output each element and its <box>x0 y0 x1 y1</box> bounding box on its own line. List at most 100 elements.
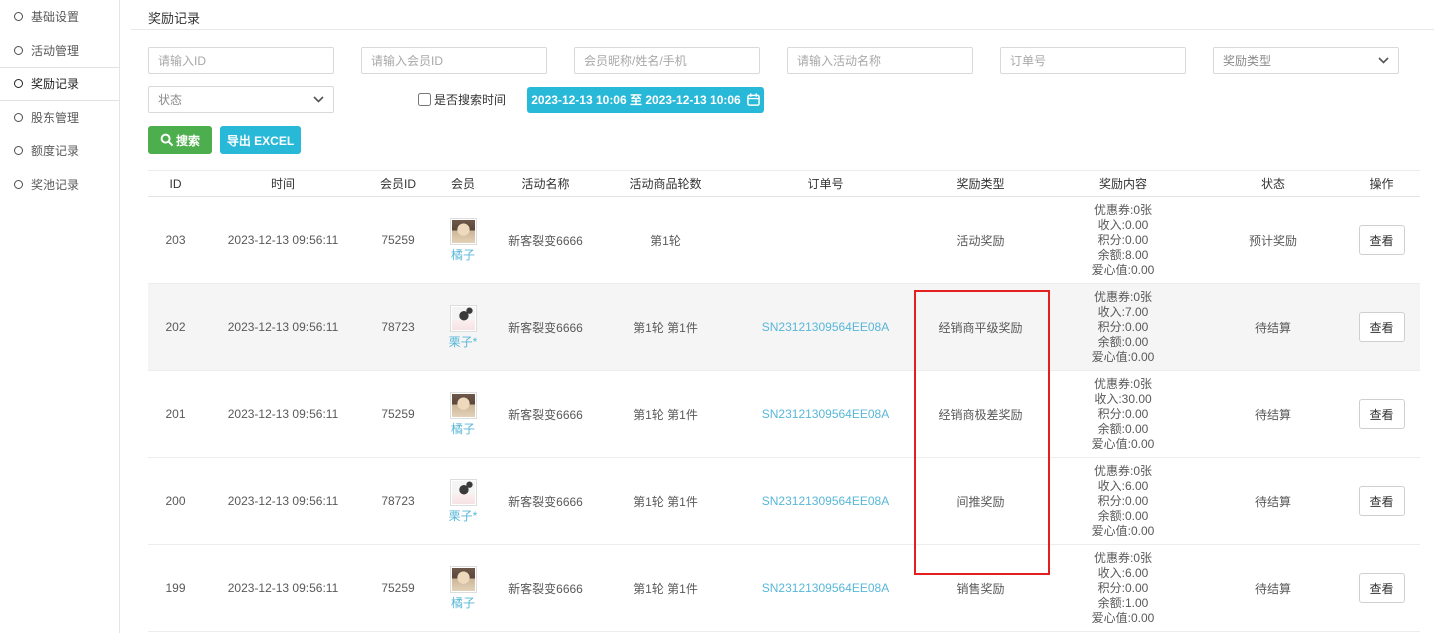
member-name-link[interactable]: 栗子* <box>433 333 493 350</box>
table-row: 202 2023-12-13 09:56:11 78723 栗子* 新客裂变66… <box>148 284 1420 371</box>
cell-action: 查看 <box>1343 371 1420 458</box>
member-avatar <box>450 392 477 419</box>
column-header: 时间 <box>203 171 363 197</box>
cell-reward-type: 间推奖励 <box>918 458 1043 545</box>
cell-status: 待结算 <box>1203 458 1343 545</box>
order-number-input[interactable] <box>1000 47 1186 74</box>
radio-circle-icon <box>14 46 23 55</box>
main-content: 奖励记录 奖励类型 状态 是否搜 <box>121 0 1434 633</box>
view-button[interactable]: 查看 <box>1359 312 1405 342</box>
column-header: 会员 <box>433 171 493 197</box>
status-select-value: 状态 <box>158 91 182 108</box>
date-range-text: 2023-12-13 10:06 至 2023-12-13 10:06 <box>531 91 741 108</box>
id-input[interactable] <box>148 47 334 74</box>
sidebar-item-basic-settings[interactable]: 基础设置 <box>0 0 119 34</box>
order-number-link[interactable]: SN23121309564EE08A <box>733 458 918 545</box>
member-name-link[interactable]: 栗子* <box>433 507 493 524</box>
reward-content-line: 余额:1.00 <box>1043 596 1203 611</box>
cell-status: 待结算 <box>1203 371 1343 458</box>
search-icon <box>160 133 174 147</box>
reward-content-line: 余额:0.00 <box>1043 335 1203 350</box>
reward-content-line: 优惠券:0张 <box>1043 551 1203 566</box>
column-header: 奖励内容 <box>1043 171 1203 197</box>
view-button[interactable]: 查看 <box>1359 399 1405 429</box>
reward-content-line: 余额:0.00 <box>1043 422 1203 437</box>
sidebar-item-prize-pool-records[interactable]: 奖池记录 <box>0 168 119 202</box>
reward-content-line: 爱心值:0.00 <box>1043 350 1203 365</box>
search-button[interactable]: 搜索 <box>148 126 212 154</box>
date-range-button[interactable]: 2023-12-13 10:06 至 2023-12-13 10:06 <box>527 87 764 113</box>
reward-content-line: 优惠券:0张 <box>1043 377 1203 392</box>
member-nickname-input[interactable] <box>574 47 760 74</box>
reward-content-line: 积分:0.00 <box>1043 233 1203 248</box>
column-header: 操作 <box>1343 171 1420 197</box>
cell-member-id: 78723 <box>363 458 433 545</box>
cell-action: 查看 <box>1343 458 1420 545</box>
sidebar-item-label: 基础设置 <box>31 8 79 25</box>
filter-bar: 奖励类型 状态 是否搜索时间 2023-12-13 10:06 至 2023-1… <box>148 47 1420 154</box>
cell-round: 第1轮 第1件 <box>598 458 733 545</box>
member-avatar <box>450 218 477 245</box>
cell-reward-type: 经销商平级奖励 <box>918 284 1043 371</box>
search-button-label: 搜索 <box>176 132 200 149</box>
reward-content-line: 积分:0.00 <box>1043 494 1203 509</box>
sidebar-item-reward-records[interactable]: 奖励记录 <box>0 67 119 101</box>
view-button[interactable]: 查看 <box>1359 225 1405 255</box>
reward-records-table: ID时间会员ID会员活动名称活动商品轮数订单号奖励类型奖励内容状态操作 203 … <box>148 170 1420 632</box>
chevron-down-icon <box>1378 57 1389 64</box>
view-button[interactable]: 查看 <box>1359 486 1405 516</box>
cell-member: 栗子* <box>433 284 493 371</box>
cell-member: 橘子 <box>433 545 493 632</box>
reward-type-select-value: 奖励类型 <box>1223 52 1271 69</box>
sidebar-item-activity-management[interactable]: 活动管理 <box>0 34 119 68</box>
search-time-checkbox[interactable] <box>418 93 431 106</box>
cell-time: 2023-12-13 09:56:11 <box>203 284 363 371</box>
sidebar-item-shareholder-management[interactable]: 股东管理 <box>0 101 119 135</box>
column-header: 活动名称 <box>493 171 598 197</box>
reward-content-line: 爱心值:0.00 <box>1043 524 1203 539</box>
reward-content-line: 爱心值:0.00 <box>1043 437 1203 452</box>
order-number-link[interactable] <box>733 197 918 284</box>
reward-content-line: 爱心值:0.00 <box>1043 611 1203 626</box>
cell-reward-content: 优惠券:0张收入:7.00积分:0.00余额:0.00爱心值:0.00 <box>1043 284 1203 371</box>
order-number-link[interactable]: SN23121309564EE08A <box>733 284 918 371</box>
activity-name-input[interactable] <box>787 47 973 74</box>
export-excel-button[interactable]: 导出 EXCEL <box>220 126 301 154</box>
cell-reward-content: 优惠券:0张收入:0.00积分:0.00余额:8.00爱心值:0.00 <box>1043 197 1203 284</box>
sidebar-item-quota-records[interactable]: 额度记录 <box>0 134 119 168</box>
member-name-link[interactable]: 橘子 <box>433 420 493 437</box>
page-title: 奖励记录 <box>148 8 200 27</box>
sidebar: 基础设置 活动管理 奖励记录 股东管理 额度记录 奖池记录 <box>0 0 120 633</box>
reward-content-line: 优惠券:0张 <box>1043 290 1203 305</box>
chevron-down-icon <box>313 96 324 103</box>
order-number-link[interactable]: SN23121309564EE08A <box>733 545 918 632</box>
cell-reward-type: 经销商极差奖励 <box>918 371 1043 458</box>
cell-activity-name: 新客裂变6666 <box>493 545 598 632</box>
member-id-input[interactable] <box>361 47 547 74</box>
cell-status: 预计奖励 <box>1203 197 1343 284</box>
member-avatar <box>450 479 477 506</box>
cell-activity-name: 新客裂变6666 <box>493 458 598 545</box>
reward-type-select[interactable]: 奖励类型 <box>1213 47 1399 74</box>
member-name-link[interactable]: 橘子 <box>433 594 493 611</box>
table-header-row: ID时间会员ID会员活动名称活动商品轮数订单号奖励类型奖励内容状态操作 <box>148 171 1420 197</box>
status-select[interactable]: 状态 <box>148 86 334 113</box>
radio-circle-icon <box>14 79 23 88</box>
cell-member-id: 75259 <box>363 197 433 284</box>
cell-round: 第1轮 第1件 <box>598 371 733 458</box>
cell-round: 第1轮 第1件 <box>598 284 733 371</box>
cell-reward-content: 优惠券:0张收入:6.00积分:0.00余额:0.00爱心值:0.00 <box>1043 458 1203 545</box>
order-number-link[interactable]: SN23121309564EE08A <box>733 371 918 458</box>
cell-time: 2023-12-13 09:56:11 <box>203 197 363 284</box>
calendar-icon <box>747 93 760 106</box>
member-name-link[interactable]: 橘子 <box>433 246 493 263</box>
reward-content-line: 收入:7.00 <box>1043 305 1203 320</box>
search-time-checkbox-label: 是否搜索时间 <box>434 91 506 108</box>
reward-content-line: 优惠券:0张 <box>1043 464 1203 479</box>
cell-member-id: 78723 <box>363 284 433 371</box>
cell-member: 橘子 <box>433 371 493 458</box>
reward-content-line: 爱心值:0.00 <box>1043 263 1203 278</box>
view-button[interactable]: 查看 <box>1359 573 1405 603</box>
column-header: 奖励类型 <box>918 171 1043 197</box>
radio-circle-icon <box>14 12 23 21</box>
